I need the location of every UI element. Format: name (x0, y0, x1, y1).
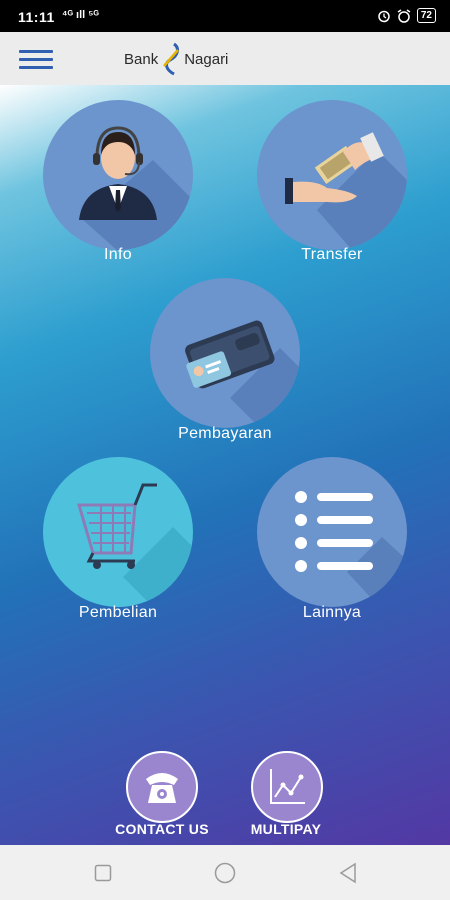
alarm-clock-icon (397, 8, 411, 23)
back-icon[interactable] (338, 862, 358, 889)
status-bar: 11:11 ⁴ᴳ ıll ⁵ᴳ 72 (0, 0, 450, 32)
signal-icon: ⁴ᴳ ıll ⁵ᴳ (62, 9, 99, 21)
customer-service-agent-icon (79, 126, 193, 250)
money-hand-transfer-icon (285, 132, 407, 250)
pembelian-label: Pembelian (78, 604, 158, 621)
shopping-cart-icon (77, 483, 193, 607)
pembayaran-button[interactable] (150, 278, 300, 428)
line-chart-icon (270, 769, 305, 804)
recent-apps-icon[interactable] (94, 864, 112, 887)
wallet-card-icon (185, 320, 300, 428)
transfer-label: Transfer (301, 246, 363, 263)
battery-icon: 72 (416, 8, 436, 23)
telephone-icon (146, 773, 178, 803)
status-time: 11:11 (18, 9, 55, 25)
bank-nagari-logo: Bank Nagari (124, 40, 228, 78)
multipay-button[interactable] (251, 751, 323, 823)
list-icon (295, 491, 407, 607)
system-nav-bar (0, 845, 450, 900)
main-menu: Info Transfer Pembayaran Pembelian Lainn… (0, 85, 450, 845)
pembelian-button[interactable] (43, 457, 193, 607)
logo-text-bank: Bank (124, 50, 159, 68)
pembayaran-label: Pembayaran (178, 425, 272, 442)
logo-emblem-icon (163, 42, 180, 76)
logo-text-nagari: Nagari (184, 50, 229, 68)
info-label: Info (104, 246, 132, 263)
lainnya-label: Lainnya (302, 604, 362, 621)
info-button[interactable] (43, 100, 193, 250)
transfer-button[interactable] (257, 100, 407, 250)
home-icon[interactable] (214, 862, 236, 889)
hamburger-menu-icon[interactable] (19, 50, 53, 70)
contact-us-button[interactable] (126, 751, 198, 823)
status-right: 72 (377, 8, 436, 23)
lainnya-button[interactable] (257, 457, 407, 607)
app-header: Bank Nagari (0, 32, 450, 85)
multipay-label: MULTIPAY (250, 821, 322, 837)
contact-us-label: CONTACT US (115, 821, 209, 837)
alarm-icon (378, 10, 390, 22)
